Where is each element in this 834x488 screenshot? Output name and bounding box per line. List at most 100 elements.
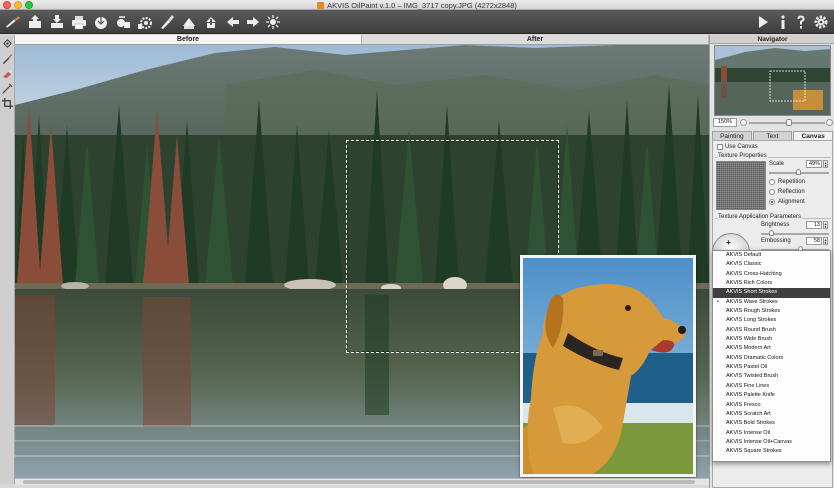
brush-tool-icon[interactable] [158,13,176,31]
preset-item[interactable]: AKVIS Intense Oil+Canvas [713,438,830,447]
batch-settings-icon[interactable] [136,13,154,31]
preset-item[interactable]: AKVIS Rich Colors [713,279,830,288]
dropper-tool-icon[interactable] [1,52,14,65]
stroke-tool-icon[interactable] [1,82,14,95]
eraser-tool-icon[interactable] [1,67,14,80]
batch-process-icon[interactable] [114,13,132,31]
preset-item[interactable]: AKVIS Round Brush [713,326,830,335]
preset-item[interactable]: AKVIS Dramatic Colors [713,354,830,363]
redo-icon[interactable] [244,13,262,31]
save-icon[interactable] [48,13,66,31]
preset-item[interactable]: AKVIS Default [713,251,830,260]
tab-text[interactable]: Text [752,131,793,140]
hand-tool-icon[interactable] [1,37,14,50]
preset-label: AKVIS Twisted Brush [726,373,779,380]
preset-item[interactable]: AKVIS Twisted Brush [713,372,830,381]
preset-item[interactable]: AKVIS Cross-Hatching [713,270,830,279]
embossing-stepper[interactable]: ▴ ▾ [823,237,828,245]
reflection-option[interactable]: Reflection [769,189,805,195]
texture-params-label: Texture Application Parameters [717,214,803,220]
preset-item[interactable]: AKVIS Long Strokes [713,316,830,325]
share-icon[interactable] [92,13,110,31]
preset-item[interactable]: AKVIS Palette Knife [713,391,830,400]
image-canvas[interactable] [15,45,709,478]
preset-label: AKVIS Intense Oil [726,429,771,436]
brightness-stepper[interactable]: ▴ ▾ [823,221,828,229]
preset-label: AKVIS Long Strokes [726,317,777,324]
preset-item[interactable]: AKVIS Short Strokes [713,288,830,298]
light-position-marker-icon[interactable]: + [726,238,731,247]
zoom-in-button[interactable] [826,119,833,126]
reflection-label: Reflection [778,189,805,195]
zoom-slider-knob[interactable] [786,119,792,126]
navigator-thumbnail[interactable] [714,45,831,116]
horizontal-scrollbar[interactable] [15,478,709,485]
preset-label: AKVIS Rough Strokes [726,308,781,315]
preset-label: AKVIS Short Strokes [726,289,778,296]
crop-tool-icon[interactable] [1,97,14,110]
zoom-level-field[interactable]: 150% [713,118,737,127]
result-preview-window[interactable] [520,255,696,477]
undo-icon[interactable] [224,13,242,31]
radio-button[interactable] [769,189,775,195]
alignment-label: Alignment [778,199,805,205]
tab-after[interactable]: After [362,35,709,44]
preset-item[interactable]: AKVIS Bold Strokes [713,419,830,428]
preset-item[interactable]: AKVIS Square Strokes [713,447,830,456]
preset-item[interactable]: AKVIS Classic [713,260,830,269]
brightness-label: Brightness [761,222,790,228]
preset-item[interactable]: AKVIS Fine Lines [713,382,830,391]
radio-button[interactable] [769,179,775,185]
preset-item[interactable]: AKVIS Modern Art [713,344,830,353]
export-icon[interactable] [202,13,220,31]
brightness-slider-knob[interactable] [769,230,775,236]
texture-swatch[interactable] [716,161,766,210]
scrollbar-thumb[interactable] [23,480,695,484]
tab-painting[interactable]: Painting [712,131,752,140]
embossing-field[interactable]: 58 [806,237,822,245]
tab-before[interactable]: Before [15,35,362,44]
view-tabs: Before After [15,35,709,45]
preset-label: AKVIS Wave Strokes [726,298,778,305]
settings-star-icon[interactable] [264,13,282,31]
info-icon[interactable] [774,13,792,31]
alignment-option[interactable]: Alignment [769,199,805,205]
tab-canvas[interactable]: Canvas [793,131,834,140]
texture-properties-label: Texture Properties [717,153,768,159]
preferences-gear-icon[interactable] [812,13,830,31]
use-canvas-checkbox[interactable]: Use Canvas [717,144,758,150]
window-title: AKVIS OilPaint v.1.0 – IMG_3717 copy.JPG… [327,0,517,10]
scale-slider-knob[interactable] [795,169,801,175]
preset-item[interactable]: AKVIS Intense Oil [713,429,830,438]
open-icon[interactable] [26,13,44,31]
panel-tabs: Painting Text Canvas [712,131,834,140]
brightness-field[interactable]: 13 [806,221,822,229]
app-window: AKVIS OilPaint v.1.0 – IMG_3717 copy.JPG… [0,0,834,488]
preset-item[interactable]: AKVIS Fresco [713,401,830,410]
apply-icon[interactable] [180,13,198,31]
radio-button-selected[interactable] [769,199,775,205]
preset-label: AKVIS Square Strokes [726,448,782,455]
app-logo-icon [317,1,325,9]
preset-label: AKVIS Fine Lines [726,382,770,389]
checkbox-box[interactable] [717,144,723,150]
brush-logo-icon[interactable] [2,13,24,31]
repetition-option[interactable]: Repetition [769,179,805,185]
use-canvas-label: Use Canvas [725,144,758,150]
preset-item[interactable]: AKVIS Pastel Oil [713,363,830,372]
print-icon[interactable] [70,13,88,31]
scale-field[interactable]: 49% [806,160,822,168]
scale-stepper[interactable]: ▴ ▾ [823,160,828,168]
preset-item[interactable]: AKVIS Rough Strokes [713,307,830,316]
preset-label: AKVIS Pastel Oil [726,364,768,371]
zoom-out-button[interactable] [740,119,747,126]
help-icon[interactable] [792,13,810,31]
preset-item[interactable]: AKVIS Wide Brush [713,335,830,344]
run-icon[interactable] [754,13,772,31]
preset-item[interactable]: AKVIS Scratch Art [713,410,830,419]
preset-label: AKVIS Bold Strokes [726,420,775,427]
preset-label: AKVIS Classic [726,261,762,268]
preset-item[interactable]: • AKVIS Wave Strokes [713,298,830,307]
preset-dropdown[interactable]: AKVIS Default AKVIS Classic AKVIS Cross-Ha… [712,250,831,462]
preset-label: AKVIS Round Brush [726,326,776,333]
